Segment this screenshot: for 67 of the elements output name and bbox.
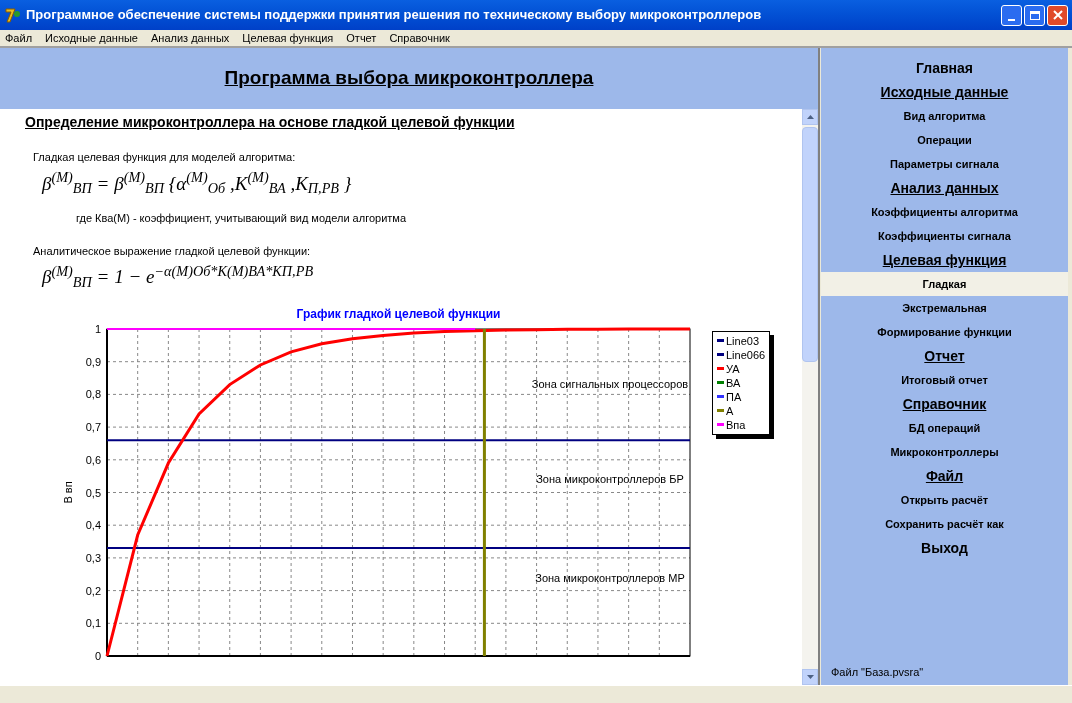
nav-section-heading[interactable]: Справочник — [821, 392, 1068, 416]
legend-label: ВА — [726, 375, 741, 390]
y-tick-label: 1 — [94, 322, 101, 335]
nav-item[interactable]: Итоговый отчет — [821, 368, 1068, 392]
maximize-button[interactable] — [1024, 4, 1045, 26]
y-tick-label: 0,9 — [85, 355, 101, 368]
note-text: где Ква(М) - коэффициент, учитывающий вид модели алгоритма — [76, 211, 407, 226]
nav-section-heading[interactable]: Анализ данных — [821, 176, 1068, 200]
nav-item[interactable]: Микроконтроллеры — [821, 440, 1068, 464]
zone-label: Зона микроконтроллеров БР — [536, 472, 684, 485]
legend-label: Впа — [726, 417, 746, 432]
zone-label: Зона сигнальных процессоров — [531, 377, 689, 390]
menu-item[interactable]: Файл — [5, 29, 33, 47]
nav-item[interactable]: Коэффициенты сигнала — [821, 224, 1068, 248]
close-button[interactable] — [1047, 4, 1068, 26]
nav-section-heading[interactable]: Отчет — [821, 344, 1068, 368]
nav-section-heading[interactable]: Файл — [821, 464, 1068, 488]
y-tick-label: 0,3 — [85, 551, 101, 564]
y-tick-label: 0,1 — [85, 616, 101, 629]
nav-item[interactable]: Параметры сигнала — [821, 152, 1068, 176]
legend-label: Line03 — [726, 333, 760, 348]
nav-section-heading[interactable]: Целевая функция — [821, 248, 1068, 272]
nav-item[interactable]: Выход — [821, 536, 1068, 560]
nav-item[interactable]: Сохранить расчёт как — [821, 512, 1068, 536]
menu-item[interactable]: Исходные данные — [45, 29, 138, 47]
nav-item[interactable]: Вид алгоритма — [821, 104, 1068, 128]
menu-item[interactable]: Справочник — [389, 29, 450, 47]
legend-label: Line066 — [726, 347, 766, 362]
down-arrow-icon — [806, 675, 814, 679]
chart-title: График гладкой целевой функции — [296, 306, 501, 321]
formula: β$^{(M)}$$_{ВП}$ = 1 − e$^{−α(M)Об*K(M)ВА*KП,РВ}$ — [42, 263, 315, 292]
up-arrow-icon — [806, 115, 814, 119]
nav-section-heading[interactable]: Исходные данные — [821, 80, 1068, 104]
nav-item[interactable]: Операции — [821, 128, 1068, 152]
nav-item[interactable]: Формирование функции — [821, 320, 1068, 344]
y-tick-label: 0,8 — [85, 387, 101, 400]
minimize-button[interactable] — [1001, 4, 1022, 26]
y-tick-label: 0 — [94, 649, 101, 662]
y-tick-label: 0,2 — [85, 584, 101, 597]
legend-label: УА — [726, 361, 740, 376]
file-label: Файл "База.pvsra" — [831, 664, 925, 680]
nav-item[interactable]: БД операций — [821, 416, 1068, 440]
nav-item[interactable]: Коэффициенты алгоритма — [821, 200, 1068, 224]
nav-item[interactable]: Главная — [821, 56, 1068, 80]
app-icon — [4, 6, 22, 24]
y-tick-label: 0,6 — [85, 453, 101, 466]
body-text: Гладкая целевая функция для моделей алгоритма: — [33, 150, 297, 165]
nav-item[interactable]: Открыть расчёт — [821, 488, 1068, 512]
y-tick-label: 0,4 — [85, 518, 101, 531]
formula: β$^{(M)}$$_{ВП}$ = β$^{(M)}$$_{ВП}$ {α$^{(M)}$$_{Об}$ ,K$^{(M)}$$_{ВА}$ ,K$_{П,РВ}$ } — [42, 169, 353, 198]
menu-item[interactable]: Отчет — [346, 29, 377, 47]
page-title: Программа выбора микроконтроллера — [224, 66, 594, 91]
nav-item[interactable]: Экстремальная — [821, 296, 1068, 320]
legend-label: ПА — [726, 389, 742, 404]
y-axis-label: В вп — [62, 480, 74, 504]
body-text: Аналитическое выражение гладкой целевой функции: — [33, 243, 312, 259]
window-title: Программное обеспечение системы поддержки принятия решения по техническому выбору микроконтроллеров — [26, 6, 762, 25]
y-tick-label: 0,5 — [85, 486, 101, 498]
zone-label: Зона микроконтроллеров МР — [535, 571, 685, 584]
y-tick-label: 0,7 — [85, 420, 101, 433]
legend-label: А — [726, 403, 734, 418]
section-heading: Определение микроконтроллера на основе гладкой целевой функции — [25, 113, 516, 132]
menu-item[interactable]: Целевая функция — [242, 29, 334, 47]
nav-item[interactable]: Гладкая — [821, 272, 1068, 296]
menu-item[interactable]: Анализ данных — [151, 29, 230, 47]
close-icon — [1052, 10, 1063, 20]
scrollbar[interactable] — [802, 109, 818, 685]
